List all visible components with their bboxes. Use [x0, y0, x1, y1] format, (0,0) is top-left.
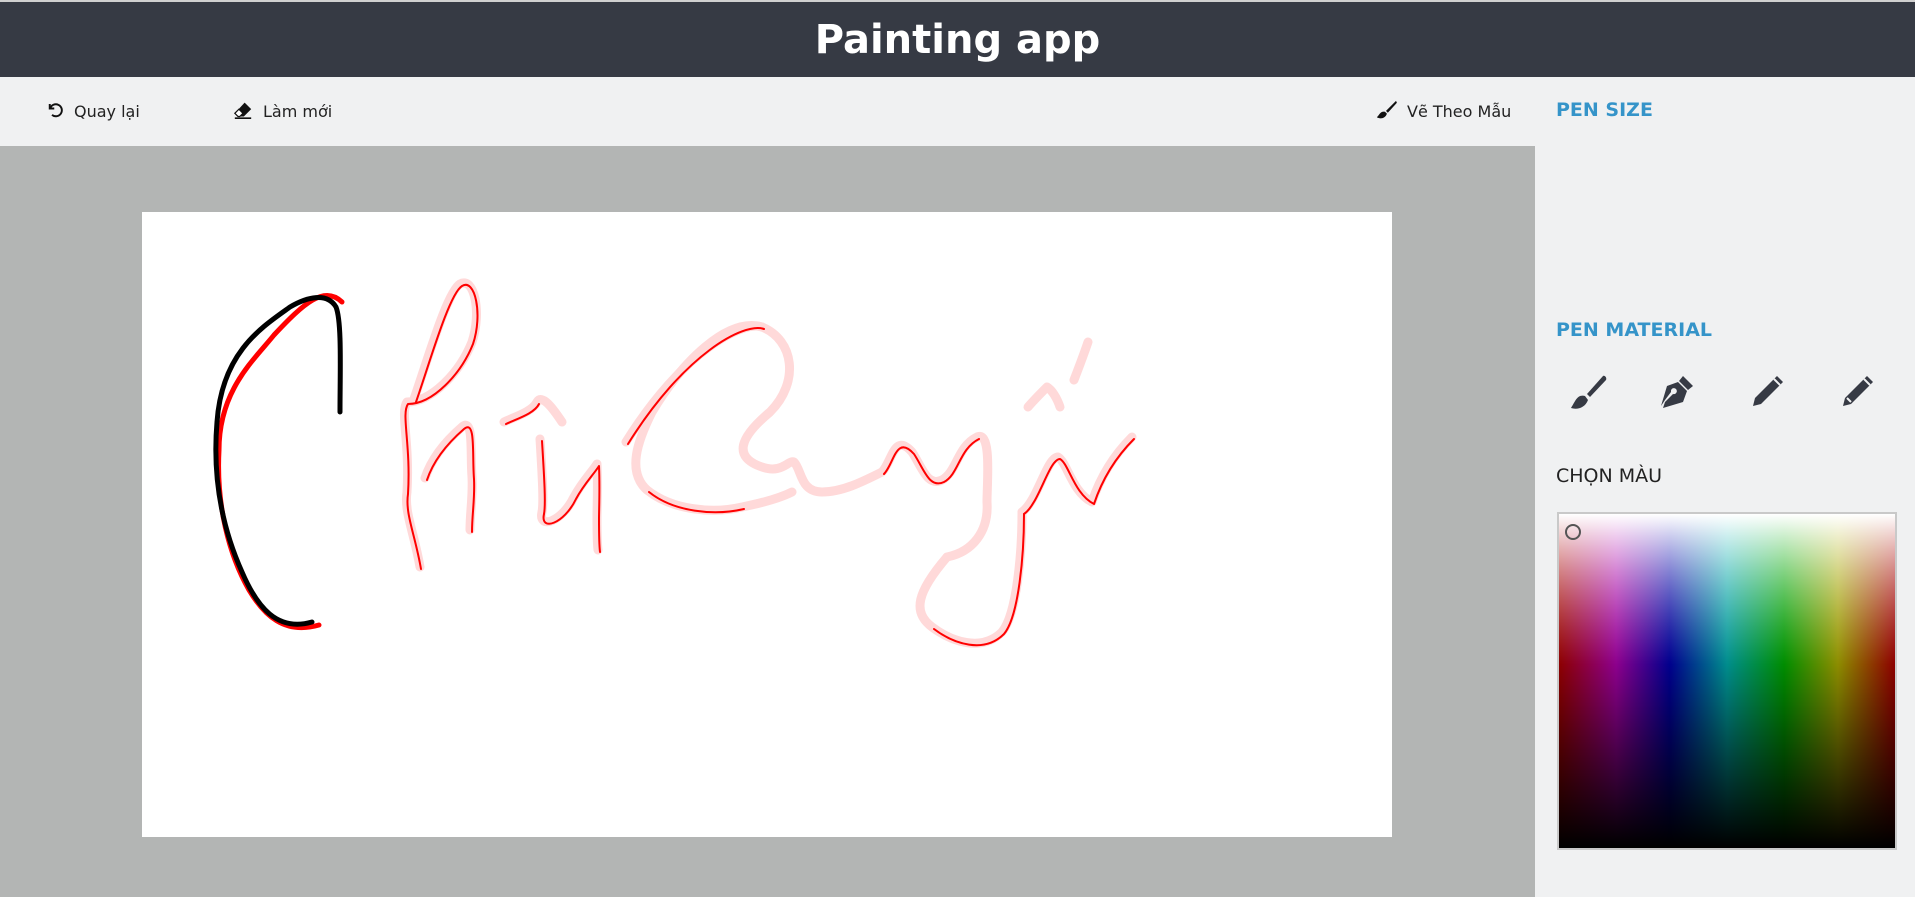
fountain-pen-icon — [1657, 372, 1697, 417]
undo-label: Quay lại — [74, 102, 140, 121]
template-draw-label: Vẽ Theo Mẫu — [1407, 102, 1512, 121]
user-stroke-c-core — [213, 295, 343, 627]
material-brush-button[interactable] — [1562, 369, 1612, 419]
material-pencil-button[interactable] — [1742, 369, 1792, 419]
template-glow — [399, 278, 1137, 648]
template-strokes — [399, 278, 1137, 648]
paint-brush-icon — [1567, 372, 1607, 417]
clear-label: Làm mới — [263, 102, 333, 121]
material-pencil-outline-button[interactable] — [1832, 369, 1882, 419]
template-draw-button[interactable]: Vẽ Theo Mẫu — [1375, 77, 1511, 146]
canvas-area — [0, 146, 1535, 897]
pencil-icon — [1747, 372, 1787, 417]
toolbar: Quay lại Làm mới Vẽ Theo Mẫu — [0, 77, 1535, 146]
app-title: Painting app — [814, 16, 1101, 63]
drawing-canvas[interactable] — [142, 212, 1392, 837]
user-stroke-c — [216, 293, 345, 631]
sidebar: PEN SIZE PEN MATERIAL CHỌN MÀU — [1535, 77, 1915, 897]
material-fountain-pen-button[interactable] — [1652, 369, 1702, 419]
undo-button[interactable]: Quay lại — [46, 77, 140, 146]
color-picker-handle[interactable] — [1565, 524, 1581, 540]
pencil-outline-icon — [1837, 372, 1877, 417]
undo-icon — [46, 101, 74, 123]
user-strokes — [213, 293, 345, 631]
color-picker-label: CHỌN MÀU — [1556, 465, 1663, 487]
paint-brush-icon — [1375, 100, 1407, 124]
eraser-icon — [233, 101, 263, 123]
pen-material-title: PEN MATERIAL — [1556, 319, 1713, 341]
pen-size-title: PEN SIZE — [1556, 99, 1653, 121]
canvas-drawing — [213, 278, 1137, 648]
clear-button[interactable]: Làm mới — [233, 77, 332, 146]
app-header: Painting app — [0, 0, 1915, 77]
color-picker[interactable] — [1557, 512, 1897, 850]
